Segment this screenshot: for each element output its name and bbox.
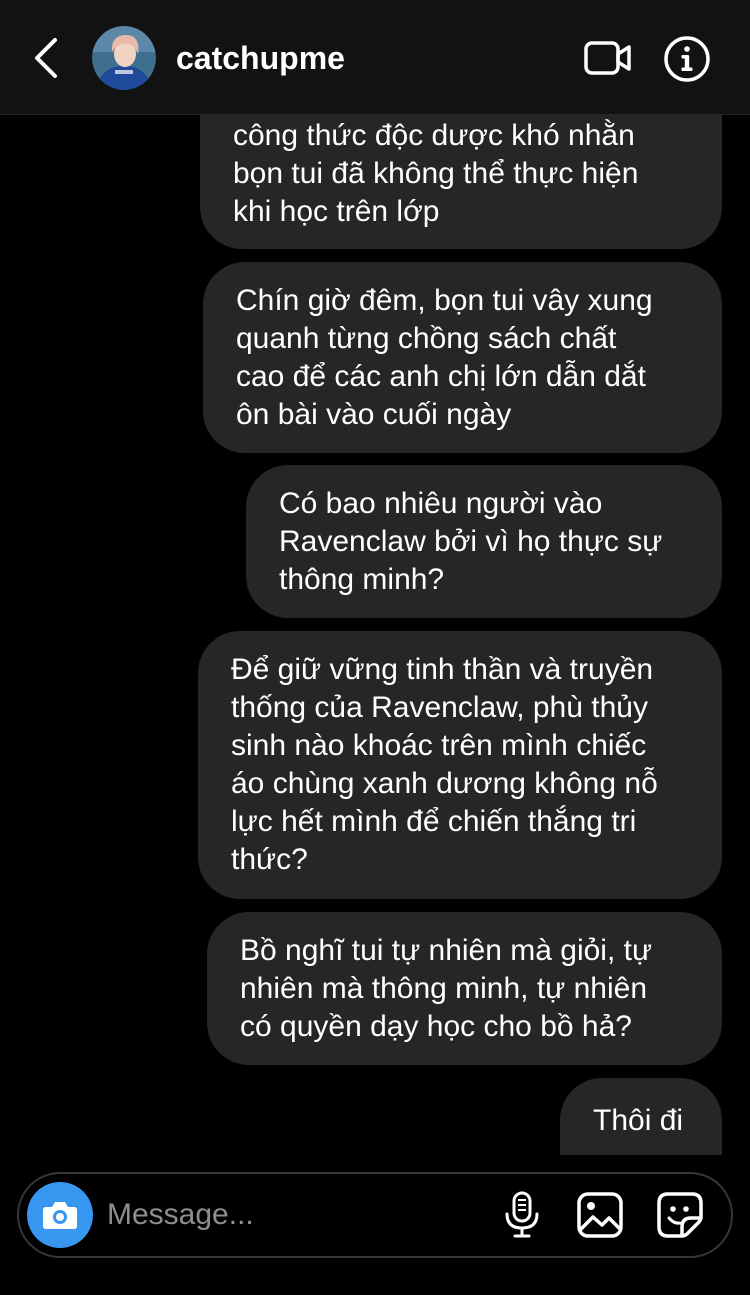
message-composer bbox=[17, 1172, 733, 1258]
message-bubble[interactable]: Để giữ vững tinh thần và truyền thống củ… bbox=[198, 631, 722, 899]
profile-photo-icon bbox=[92, 26, 156, 90]
image-icon bbox=[577, 1192, 623, 1238]
info-icon bbox=[664, 36, 710, 82]
info-button[interactable] bbox=[662, 34, 712, 84]
voice-message-button[interactable] bbox=[493, 1186, 551, 1244]
back-button[interactable] bbox=[22, 32, 70, 84]
video-call-button[interactable] bbox=[580, 34, 636, 82]
message-list[interactable]: công thức độc dược khó nhằn bọn tui đã k… bbox=[0, 115, 750, 1155]
chevron-left-icon bbox=[35, 38, 57, 78]
video-camera-icon bbox=[584, 41, 631, 75]
sticker-icon bbox=[657, 1192, 703, 1238]
gallery-button[interactable] bbox=[571, 1186, 629, 1244]
message-bubble[interactable]: Thôi đi bbox=[560, 1078, 722, 1155]
message-bubble[interactable]: Chín giờ đêm, bọn tui vây xung quanh từn… bbox=[203, 262, 722, 453]
camera-button[interactable] bbox=[27, 1182, 93, 1248]
microphone-icon bbox=[505, 1191, 539, 1238]
sticker-button[interactable] bbox=[651, 1186, 709, 1244]
chat-header: catchupme bbox=[0, 0, 750, 115]
camera-icon bbox=[43, 1202, 77, 1229]
chat-username[interactable]: catchupme bbox=[176, 36, 345, 80]
message-input[interactable] bbox=[107, 1192, 487, 1238]
avatar[interactable] bbox=[92, 26, 156, 90]
message-bubble[interactable]: Bồ nghĩ tui tự nhiên mà giỏi, tự nhiên m… bbox=[207, 912, 722, 1065]
message-bubble[interactable]: Có bao nhiêu người vào Ravenclaw bởi vì … bbox=[246, 465, 722, 618]
message-bubble[interactable]: công thức độc dược khó nhằn bọn tui đã k… bbox=[200, 115, 722, 249]
